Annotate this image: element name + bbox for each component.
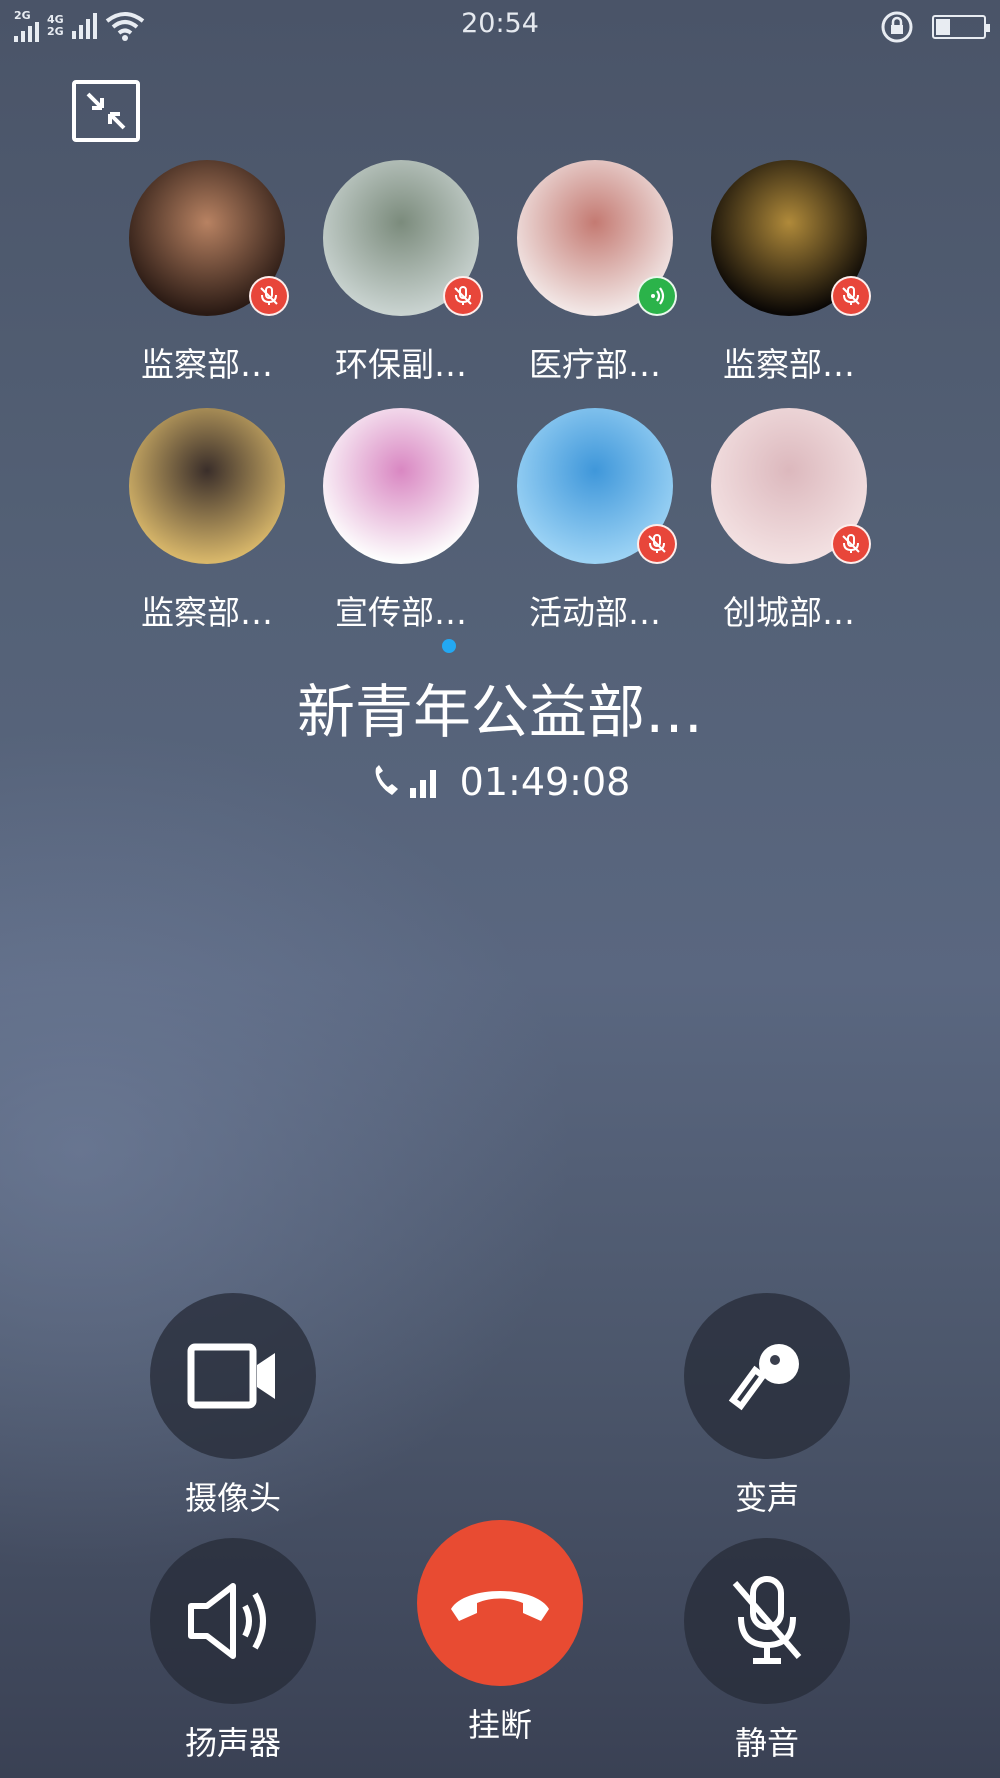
participant-avatar-wrap	[129, 160, 289, 316]
phone-signal-icon	[375, 765, 436, 798]
participant-avatar-wrap	[129, 408, 285, 564]
status-bar: 2G 4G 2G 20:54	[0, 0, 1000, 52]
participant-name: 医疗部…	[529, 345, 661, 384]
muted-mic-icon	[831, 524, 871, 564]
muted-mic-icon	[249, 276, 289, 316]
participant-avatar-wrap	[711, 160, 871, 316]
group-call-name: 新青年公益部…	[296, 678, 703, 746]
hangup-control: 挂断	[400, 1520, 600, 1746]
call-status-row: 01:49:08	[0, 760, 1000, 804]
participant-item[interactable]: 活动部…	[498, 408, 692, 634]
page-indicator-dot	[442, 639, 456, 653]
hangup-label: 挂断	[467, 1706, 532, 1744]
mute-control: 静音	[667, 1538, 867, 1764]
participant-name: 监察部…	[141, 593, 273, 632]
participant-item[interactable]: 监察部…	[110, 408, 304, 634]
participant-avatar-wrap	[711, 408, 871, 564]
participant-name: 创城部…	[723, 593, 855, 632]
battery-level	[936, 19, 950, 35]
participant-avatar-wrap	[517, 408, 677, 564]
speaker-button[interactable]	[150, 1538, 316, 1704]
participant-item[interactable]: 监察部…	[692, 160, 886, 386]
participant-item[interactable]: 环保副…	[304, 160, 498, 386]
participant-name: 宣传部…	[335, 593, 467, 632]
rotation-lock-icon	[881, 11, 913, 43]
microphone-off-icon	[732, 1576, 802, 1664]
hangup-button[interactable]	[417, 1520, 583, 1686]
camera-label: 摄像头	[184, 1479, 281, 1517]
participant-avatar-wrap	[323, 408, 479, 564]
speaker-label: 扬声器	[184, 1724, 281, 1762]
avatar[interactable]	[129, 408, 285, 564]
muted-mic-icon	[637, 524, 677, 564]
voice-changer-control: 变声	[667, 1293, 867, 1519]
mute-label: 静音	[734, 1724, 799, 1762]
voice-changer-label: 变声	[734, 1479, 799, 1517]
participant-item[interactable]: 创城部…	[692, 408, 886, 634]
participant-avatar-wrap	[517, 160, 677, 316]
participant-item[interactable]: 宣传部…	[304, 408, 498, 634]
battery-icon	[932, 15, 990, 39]
participant-item[interactable]: 医疗部…	[498, 160, 692, 386]
end-call-icon	[451, 1591, 549, 1621]
participant-name: 监察部…	[723, 345, 855, 384]
video-camera-icon	[187, 1343, 275, 1409]
voice-changer-button[interactable]	[684, 1293, 850, 1459]
collapse-arrows-icon	[86, 92, 126, 130]
clock: 20:54	[461, 8, 539, 39]
minimize-call-button[interactable]	[72, 80, 140, 142]
camera-control: 摄像头	[133, 1293, 333, 1519]
camera-button[interactable]	[150, 1293, 316, 1459]
participant-name: 环保副…	[335, 345, 467, 384]
participant-item[interactable]: 监察部…	[110, 160, 304, 386]
mute-button[interactable]	[684, 1538, 850, 1704]
call-duration: 01:49:08	[459, 760, 631, 804]
muted-mic-icon	[443, 276, 483, 316]
participant-avatar-wrap	[323, 160, 483, 316]
speaker-control: 扬声器	[133, 1538, 333, 1764]
avatar[interactable]	[323, 408, 479, 564]
speaker-icon	[188, 1583, 266, 1659]
microphone-handheld-icon	[728, 1344, 799, 1411]
muted-mic-icon	[831, 276, 871, 316]
participant-name: 监察部…	[141, 345, 273, 384]
participant-name: 活动部…	[529, 593, 661, 632]
speaking-icon	[637, 276, 677, 316]
